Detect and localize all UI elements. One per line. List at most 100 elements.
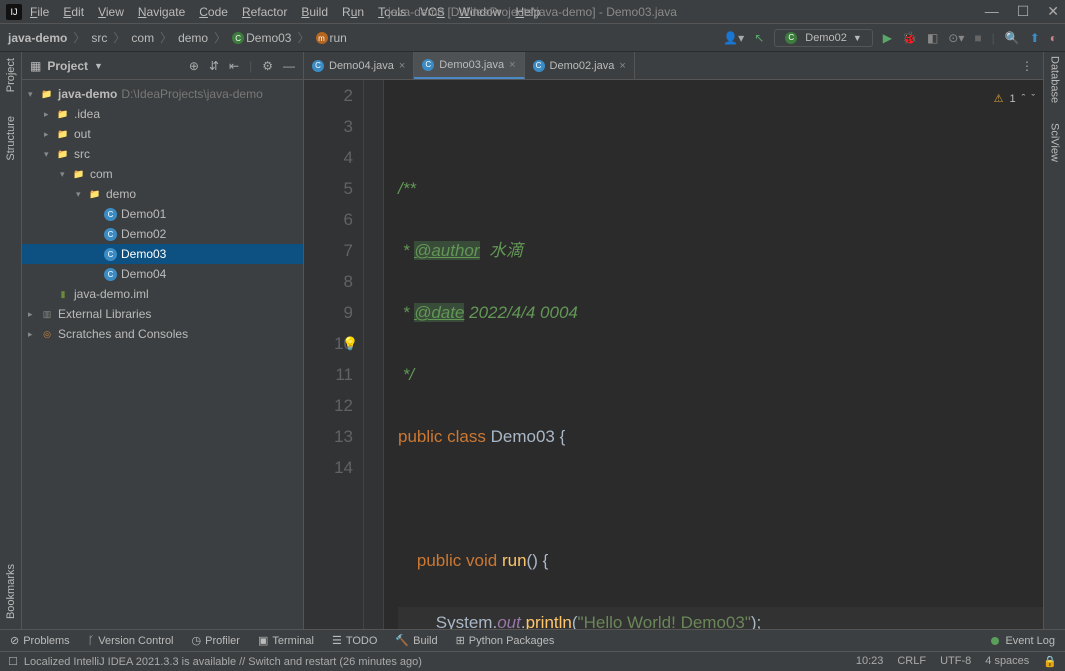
project-sidebar: ▦ Project ▼ ⊕ ⇵ ⇤ | ⚙ — ▾📁 java-demo D:\…	[22, 52, 304, 629]
close-icon[interactable]: ×	[509, 59, 515, 71]
project-title: Project	[47, 59, 88, 73]
project-tree[interactable]: ▾📁 java-demo D:\IdeaProjects\java-demo ▸…	[22, 80, 303, 629]
bottom-toolbar: ⊘Problems ᚴVersion Control ◷Profiler ▣Te…	[0, 629, 1065, 651]
menu-edit[interactable]: Edit	[63, 5, 84, 19]
tree-iml-file[interactable]: ▮java-demo.iml	[22, 284, 303, 304]
warning-icon: ⚠	[994, 84, 1004, 115]
lock-icon[interactable]: 🔒	[1043, 655, 1057, 668]
menu-run[interactable]: Run	[342, 5, 364, 19]
tab-demo03[interactable]: C Demo03.java ×	[414, 52, 524, 79]
structure-tool-tab[interactable]: Structure	[3, 114, 19, 163]
tree-src-folder[interactable]: ▾📁src	[22, 144, 303, 164]
chevron-icon: 〉	[214, 29, 226, 46]
python-packages-tool[interactable]: ⊞Python Packages	[456, 634, 555, 647]
fold-gutter[interactable]	[364, 80, 384, 629]
chevron-down-icon[interactable]: ▼	[94, 61, 103, 71]
chevron-icon: 〉	[297, 29, 309, 46]
app-icon: IJ	[6, 4, 22, 20]
database-tool-tab[interactable]: Database	[1049, 56, 1061, 103]
breadcrumb-com[interactable]: com	[131, 31, 154, 45]
breadcrumb-root[interactable]: java-demo	[8, 31, 67, 45]
chevron-up-icon[interactable]: ˆ	[1022, 84, 1026, 115]
tree-class-demo02[interactable]: CDemo02	[22, 224, 303, 244]
tabs-more-icon[interactable]: ⋮	[1011, 52, 1043, 79]
update-button[interactable]: ⬆	[1030, 31, 1040, 45]
branch-icon: ᚴ	[88, 635, 95, 647]
close-icon[interactable]: ×	[619, 60, 625, 72]
tab-demo02[interactable]: C Demo02.java ×	[525, 52, 635, 79]
nav-toolbar: java-demo 〉 src 〉 com 〉 demo 〉 CDemo03 〉…	[0, 24, 1065, 52]
vcs-tool[interactable]: ᚴVersion Control	[88, 635, 174, 647]
menu-refactor[interactable]: Refactor	[242, 5, 287, 19]
gear-icon[interactable]: ⚙	[262, 59, 273, 73]
minimize-button[interactable]: —	[985, 3, 999, 20]
run-config-selector[interactable]: C Demo02 ▼	[774, 29, 873, 47]
menu-file[interactable]: File	[30, 5, 49, 19]
indent[interactable]: 4 spaces	[985, 655, 1029, 668]
terminal-tool[interactable]: ▣Terminal	[258, 634, 314, 647]
breadcrumb-src[interactable]: src	[91, 31, 107, 45]
coverage-button[interactable]: ◧	[927, 31, 938, 45]
chevron-icon: 〉	[113, 29, 125, 46]
menu-view[interactable]: View	[98, 5, 124, 19]
profiler-tool[interactable]: ◷Profiler	[192, 634, 240, 647]
titlebar: IJ File Edit View Navigate Code Refactor…	[0, 0, 1065, 24]
tree-scratches[interactable]: ▸◎Scratches and Consoles	[22, 324, 303, 344]
code-editor[interactable]: ⚠ 1 ˆ ˇ 2345 6789 10💡 11121314 /** * @au…	[304, 80, 1043, 629]
problems-indicator[interactable]: ⚠ 1 ˆ ˇ	[994, 84, 1035, 115]
target-icon[interactable]: ⊕	[189, 59, 199, 73]
menu-code[interactable]: Code	[199, 5, 228, 19]
caret-position[interactable]: 10:23	[856, 655, 884, 668]
left-tool-strip: Project Structure Bookmarks	[0, 52, 22, 629]
ide-button[interactable]: ◐	[1050, 31, 1057, 45]
expand-icon[interactable]: ⇵	[209, 59, 219, 73]
bookmarks-tool-tab[interactable]: Bookmarks	[3, 562, 19, 621]
add-user-icon[interactable]: 👤▾	[723, 31, 744, 45]
todo-tool[interactable]: ☰TODO	[332, 634, 377, 647]
hammer-icon: 🔨	[395, 634, 409, 647]
tree-demo-folder[interactable]: ▾📁demo	[22, 184, 303, 204]
event-log-button[interactable]: Event Log	[1005, 635, 1055, 647]
project-tool-tab[interactable]: Project	[3, 56, 19, 94]
tree-external-libs[interactable]: ▸▥External Libraries	[22, 304, 303, 324]
hide-icon[interactable]: —	[283, 59, 295, 73]
maximize-button[interactable]: ☐	[1017, 3, 1030, 20]
tree-project-root[interactable]: ▾📁 java-demo D:\IdeaProjects\java-demo	[22, 84, 303, 104]
breadcrumb-demo[interactable]: demo	[178, 31, 208, 45]
tree-class-demo01[interactable]: CDemo01	[22, 204, 303, 224]
encoding[interactable]: UTF-8	[940, 655, 971, 668]
close-button[interactable]: ✕	[1047, 3, 1059, 20]
project-header: ▦ Project ▼ ⊕ ⇵ ⇤ | ⚙ —	[22, 52, 303, 80]
close-icon[interactable]: ×	[399, 60, 405, 72]
class-icon: C	[312, 60, 324, 72]
code-content[interactable]: /** * @author 水滴 * @date 2022/4/4 0004 *…	[384, 80, 1043, 629]
debug-button[interactable]: 🐞	[902, 31, 917, 45]
profiler-icon: ◷	[192, 634, 202, 647]
menu-build[interactable]: Build	[301, 5, 328, 19]
class-icon: C	[422, 59, 434, 71]
problems-tool[interactable]: ⊘Problems	[10, 634, 70, 647]
status-message[interactable]: Localized IntelliJ IDEA 2021.3.3 is avai…	[24, 656, 422, 668]
chevron-down-icon[interactable]: ˇ	[1031, 84, 1035, 115]
search-button[interactable]: 🔍	[1005, 31, 1020, 45]
collapse-icon[interactable]: ⇤	[229, 59, 239, 73]
build-tool[interactable]: 🔨Build	[395, 634, 437, 647]
sciview-tool-tab[interactable]: SciView	[1049, 123, 1061, 162]
profiler-button[interactable]: ⊙▾	[948, 31, 964, 45]
tree-com-folder[interactable]: ▾📁com	[22, 164, 303, 184]
tree-idea-folder[interactable]: ▸📁.idea	[22, 104, 303, 124]
tree-class-demo04[interactable]: CDemo04	[22, 264, 303, 284]
tree-class-demo03[interactable]: CDemo03	[22, 244, 303, 264]
menu-navigate[interactable]: Navigate	[138, 5, 185, 19]
tool-window-toggle[interactable]: ☐	[8, 655, 18, 668]
tree-out-folder[interactable]: ▸📁out	[22, 124, 303, 144]
line-separator[interactable]: CRLF	[897, 655, 926, 668]
breadcrumb-method[interactable]: mrun	[316, 31, 347, 45]
build-icon[interactable]: ↖	[754, 31, 764, 45]
tab-demo04[interactable]: C Demo04.java ×	[304, 52, 414, 79]
breadcrumb-class[interactable]: CDemo03	[232, 31, 291, 45]
todo-icon: ☰	[332, 634, 342, 647]
stop-button[interactable]: ■	[974, 31, 981, 45]
bulb-icon[interactable]: 💡	[342, 328, 358, 359]
run-button[interactable]: ▶	[883, 31, 892, 45]
